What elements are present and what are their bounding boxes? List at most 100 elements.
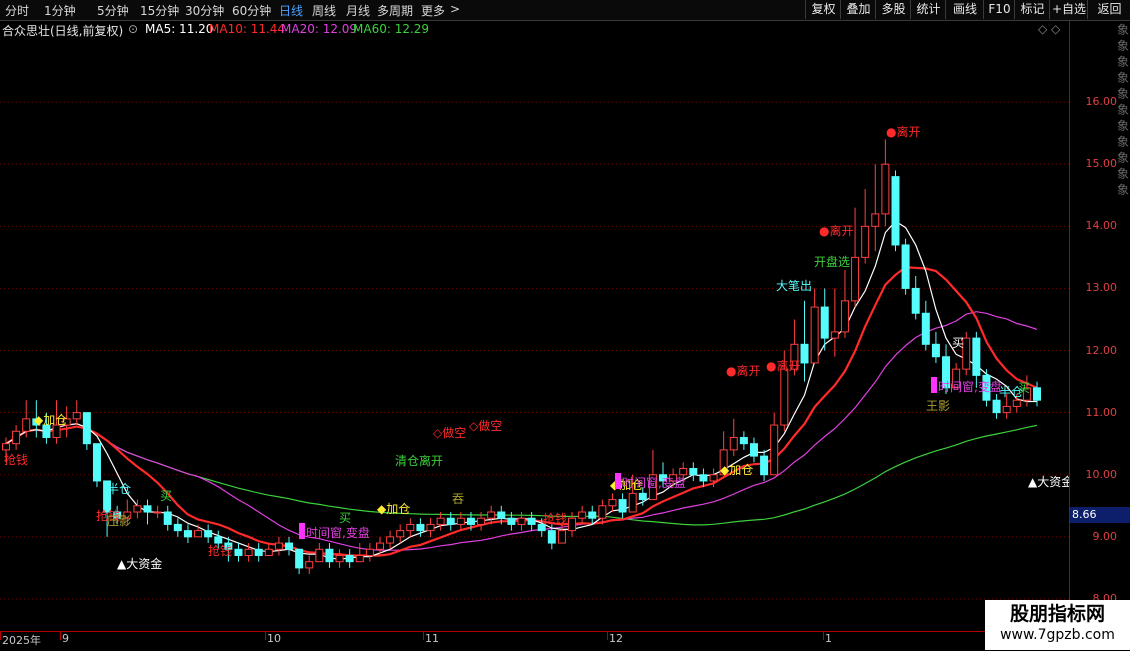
candle-body-19 — [194, 530, 203, 538]
candle-body-13 — [133, 505, 142, 513]
signal-label-17: 时间窗,变盘 — [622, 475, 686, 490]
candle-body-38 — [386, 536, 395, 544]
candle-body-21 — [214, 536, 223, 544]
signal-label-5: 买 — [160, 489, 172, 503]
candle-body-35 — [355, 554, 364, 563]
date-label-0: 2025年 — [2, 634, 41, 647]
signal-box-25 — [931, 377, 937, 393]
signal-label-8: 时间窗,变盘 — [306, 525, 370, 540]
signal-label-13: 清仓离开 — [395, 453, 443, 468]
signal-label-4: 压影 — [107, 514, 131, 528]
candle-body-54 — [547, 530, 556, 544]
candle-body-102 — [1033, 387, 1041, 401]
candle-body-48 — [487, 511, 496, 519]
candle-body-8 — [82, 412, 91, 445]
candle-body-86 — [871, 213, 880, 227]
candle-body-79 — [800, 343, 809, 364]
candle-body-28 — [285, 542, 294, 550]
toolbar-button-8[interactable]: 返回 — [1087, 0, 1130, 19]
candle-body-43 — [436, 517, 445, 525]
candle-body-75 — [760, 455, 769, 476]
candle-body-72 — [729, 436, 738, 451]
date-label-4: 12 — [609, 632, 623, 645]
candle-body-70 — [709, 474, 718, 482]
candle-body-88 — [891, 176, 900, 246]
candle-body-0 — [2, 443, 10, 451]
right-strip-text: 象象象象象象象象象象象 — [1117, 23, 1130, 197]
candle-body-44 — [446, 517, 455, 525]
candle-body-69 — [699, 474, 708, 482]
candle-body-18 — [183, 530, 192, 538]
candle-body-85 — [861, 225, 870, 258]
candle-body-96 — [972, 337, 981, 376]
candle-body-31 — [315, 548, 324, 563]
price-tick-7: 9.00 — [1092, 529, 1118, 543]
signal-label-22: 开盘选 — [814, 254, 850, 269]
signal-box-17 — [615, 473, 621, 489]
candle-body-60 — [608, 499, 617, 507]
candle-body-34 — [345, 554, 354, 563]
candle-body-17 — [173, 523, 182, 532]
watermark-title: 股朋指标网 — [1009, 603, 1105, 625]
candle-body-83 — [840, 300, 849, 333]
candle-body-57 — [578, 511, 587, 519]
current-price-label: 8.66 — [1070, 507, 1130, 523]
candle-body-62 — [628, 492, 637, 513]
signal-label-12: ◇做空 — [469, 418, 502, 433]
candlestick-chart[interactable]: ◆加仓抢钱半仓抢钱压影买抢钱▲大资金时间窗,变盘买◆加仓◇做空 ◇做空清仓离开吞抢… — [0, 0, 1070, 632]
candle-body-27 — [274, 542, 283, 550]
signal-label-1: 抢钱 — [4, 452, 28, 467]
candle-body-41 — [416, 523, 425, 532]
candle-body-23 — [234, 548, 243, 556]
watermark-url: www.7gpzb.com — [1000, 627, 1115, 643]
candle-body-98 — [992, 399, 1001, 414]
candle-body-100 — [1012, 399, 1021, 407]
candle-body-25 — [254, 548, 263, 556]
watermark-logo: 股朋指标网 www.7gpzb.com — [985, 600, 1130, 650]
candle-body-68 — [689, 468, 698, 476]
date-tick-2 — [265, 632, 266, 640]
date-label-2: 10 — [267, 632, 281, 645]
candle-body-82 — [830, 331, 839, 339]
price-tick-2: 14.00 — [1085, 219, 1118, 233]
candle-body-52 — [527, 517, 536, 525]
candle-body-30 — [305, 561, 314, 569]
candle-body-37 — [375, 542, 384, 550]
candle-body-87 — [881, 163, 890, 215]
signal-label-6: 抢钱 — [208, 543, 232, 558]
candle-body-74 — [749, 443, 758, 457]
price-tick-4: 12.00 — [1085, 343, 1118, 357]
date-tick-5 — [823, 632, 824, 640]
candle-body-26 — [264, 548, 273, 556]
candle-body-81 — [820, 306, 829, 339]
signal-label-11: ◇做空 — [433, 425, 466, 440]
signal-label-24: ●离开 — [886, 124, 920, 139]
candle-body-20 — [204, 530, 213, 538]
candle-body-61 — [618, 499, 627, 513]
signal-label-21: 大笔出 — [776, 278, 812, 293]
candle-body-32 — [325, 548, 334, 563]
candle-body-7 — [72, 412, 81, 420]
candle-body-73 — [739, 436, 748, 445]
signal-label-7: ▲大资金 — [117, 556, 162, 571]
price-tick-6: 10.00 — [1085, 467, 1118, 481]
candle-body-42 — [426, 523, 435, 532]
signal-label-14: 吞 — [452, 492, 464, 506]
signal-label-25: 时间窗,变盘 — [938, 379, 1002, 394]
signal-label-29: 买 — [952, 336, 964, 350]
candle-body-14 — [143, 505, 152, 513]
date-axis: 2025年 9 10 11 12 1 — [0, 631, 1070, 651]
candle-body-58 — [588, 511, 597, 519]
candle-body-40 — [406, 523, 415, 532]
candle-body-46 — [466, 517, 475, 525]
signal-label-30: ▲大资金 — [1028, 474, 1070, 489]
candle-body-55 — [557, 530, 566, 544]
signal-label-10: ◆加仓 — [377, 502, 410, 516]
candle-body-76 — [770, 424, 779, 476]
signal-label-26: 王影 — [926, 399, 950, 413]
signal-box-8 — [299, 523, 305, 539]
price-tick-1: 15.00 — [1085, 157, 1118, 171]
candle-body-24 — [244, 548, 253, 556]
candle-body-47 — [477, 517, 486, 525]
signal-label-23: ●离开 — [819, 223, 853, 238]
